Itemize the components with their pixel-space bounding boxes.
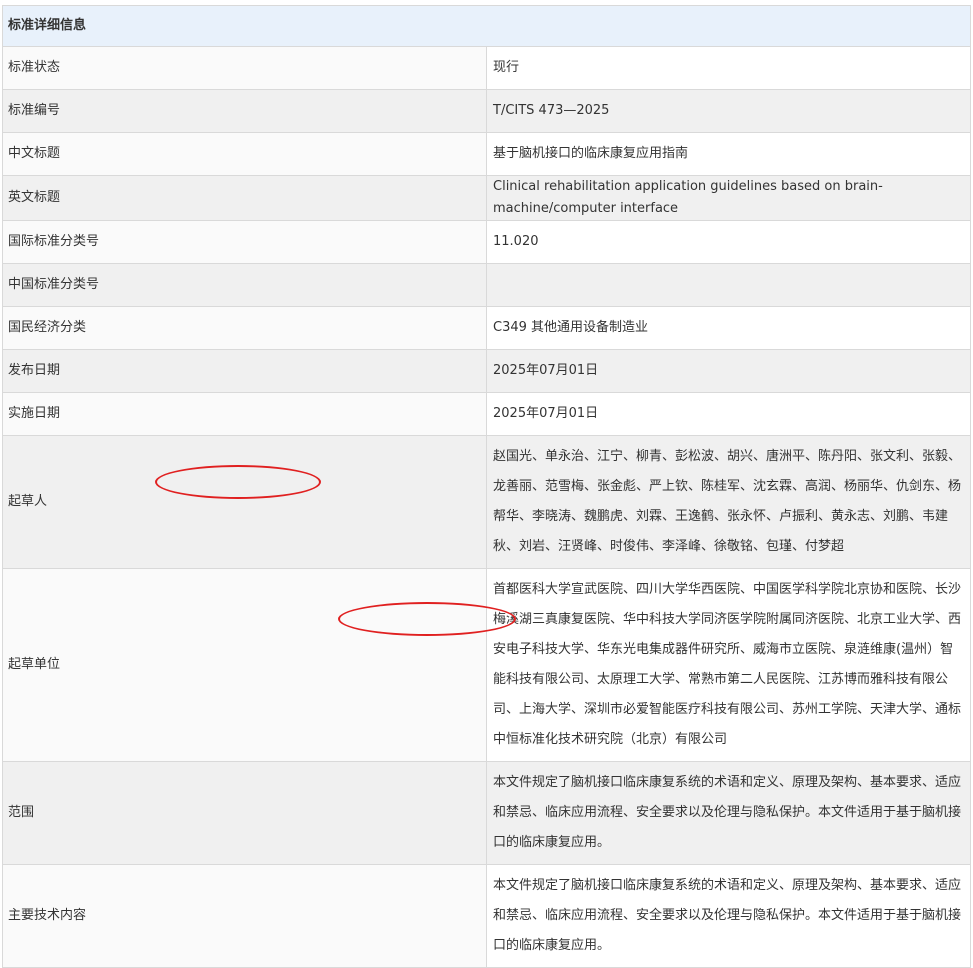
value-economy: C349 其他通用设备制造业 (486, 306, 971, 350)
value-effective-date: 2025年07月01日 (486, 392, 971, 436)
value-code: T/CITS 473—2025 (486, 89, 971, 133)
standard-detail-table: 标准详细信息 标准状态 现行 标准编号 T/CITS 473—2025 中文标题… (2, 5, 971, 968)
label-scope: 范围 (2, 761, 487, 865)
label-economy: 国民经济分类 (2, 306, 487, 350)
label-cn-title: 中文标题 (2, 132, 487, 176)
label-effective-date: 实施日期 (2, 392, 487, 436)
table-header-title: 标准详细信息 (2, 5, 971, 47)
label-technical-content: 主要技术内容 (2, 864, 487, 968)
label-publish-date: 发布日期 (2, 349, 487, 393)
value-drafters: 赵国光、单永治、江宁、柳青、彭松波、胡兴、唐洲平、陈丹阳、张文利、张毅、龙善丽、… (486, 435, 971, 569)
label-ics: 国际标准分类号 (2, 220, 487, 264)
value-technical-content: 本文件规定了脑机接口临床康复系统的术语和定义、原理及架构、基本要求、适应和禁忌、… (486, 864, 971, 968)
value-drafting-units: 首都医科大学宣武医院、四川大学华西医院、中国医学科学院北京协和医院、长沙梅溪湖三… (486, 568, 971, 762)
value-cn-title: 基于脑机接口的临床康复应用指南 (486, 132, 971, 176)
value-status: 现行 (486, 46, 971, 90)
label-drafters: 起草人 (2, 435, 487, 569)
label-drafting-units: 起草单位 (2, 568, 487, 762)
value-ics: 11.020 (486, 220, 971, 264)
standard-detail-panel: 标准详细信息 标准状态 现行 标准编号 T/CITS 473—2025 中文标题… (2, 5, 971, 968)
value-ccs (486, 263, 971, 307)
label-ccs: 中国标准分类号 (2, 263, 487, 307)
label-en-title: 英文标题 (2, 175, 487, 221)
label-code: 标准编号 (2, 89, 487, 133)
label-status: 标准状态 (2, 46, 487, 90)
value-en-title: Clinical rehabilitation application guid… (486, 175, 971, 221)
value-publish-date: 2025年07月01日 (486, 349, 971, 393)
value-scope: 本文件规定了脑机接口临床康复系统的术语和定义、原理及架构、基本要求、适应和禁忌、… (486, 761, 971, 865)
